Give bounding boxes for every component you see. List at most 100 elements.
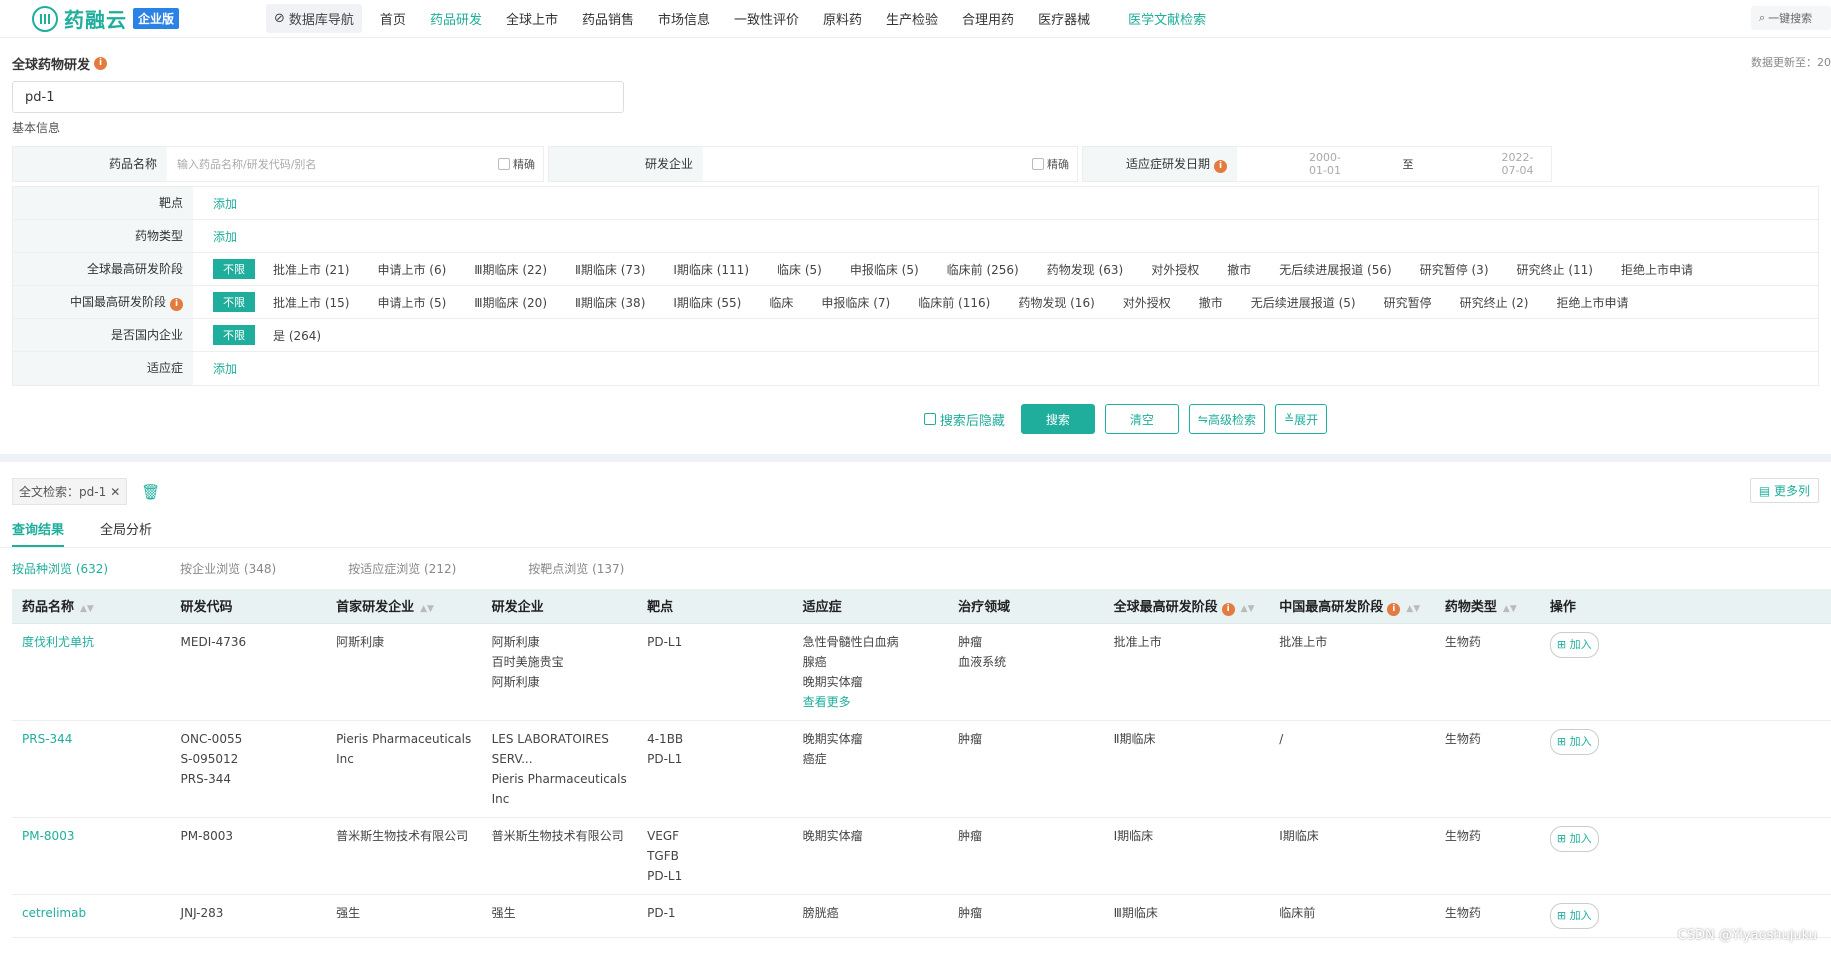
indication-add-link[interactable]: 添加 [213, 360, 237, 377]
see-more-link[interactable]: 查看更多 [803, 692, 939, 712]
info-icon[interactable]: i [94, 57, 108, 70]
china-option[interactable]: 拒绝上市申请 [1556, 294, 1628, 311]
column-header[interactable]: 药品名称 ▲▼ [12, 589, 171, 624]
nav-drug-sales[interactable]: 药品销售 [582, 9, 634, 28]
china-option[interactable]: 撤市 [1199, 294, 1223, 311]
drug-name-input[interactable]: 输入药品名称/研发代码/别名 [167, 156, 498, 172]
unlimited-tag[interactable]: 不限 [213, 259, 255, 279]
global-stage-cell: Ⅰ期临床 [1103, 817, 1270, 895]
checkbox-icon [1032, 158, 1044, 170]
nav-global-market[interactable]: 全球上市 [506, 9, 558, 28]
nav-devices[interactable]: 医疗器械 [1038, 9, 1090, 28]
browse-by-indication[interactable]: 按适应症浏览 (212) [348, 560, 456, 577]
drug-name-link[interactable]: PRS-344 [12, 720, 171, 818]
china-option[interactable]: 无后续进展报道 (5) [1251, 294, 1356, 311]
clear-button[interactable]: 清空 [1104, 404, 1179, 434]
china-option[interactable]: 申报临床 (7) [821, 294, 890, 311]
nav-production[interactable]: 生产检验 [886, 9, 938, 28]
date-to-input[interactable]: 2022-07-04 [1502, 151, 1552, 177]
global-option[interactable]: 临床 (5) [777, 261, 822, 278]
drug-name-link[interactable]: 度伐利尤单抗 [12, 623, 171, 721]
trash-icon[interactable]: 🗑 [141, 483, 160, 501]
global-option[interactable]: 申报临床 (5) [850, 261, 919, 278]
close-icon[interactable]: ✕ [110, 485, 120, 499]
china-option[interactable]: 临床前 (116) [918, 294, 990, 311]
database-nav-button[interactable]: ⊘ 数据库导航 [266, 4, 362, 33]
global-option[interactable]: 拒绝上市申请 [1621, 261, 1693, 278]
nav-literature[interactable]: 医学文献检索 [1128, 9, 1206, 28]
unlimited-tag[interactable]: 不限 [213, 292, 255, 312]
column-header[interactable]: 药物类型 ▲▼ [1434, 589, 1540, 624]
target-add-link[interactable]: 添加 [213, 195, 237, 212]
global-option[interactable]: Ⅲ期临床 (22) [474, 261, 547, 278]
info-icon[interactable]: i [1214, 160, 1227, 173]
add-button[interactable]: ⊞ 加入 [1549, 728, 1599, 755]
global-option[interactable]: 申请上市 (6) [377, 261, 446, 278]
global-option[interactable]: Ⅱ期临床 (73) [575, 261, 645, 278]
keyword-input[interactable]: pd-1 [12, 81, 624, 113]
china-option[interactable]: 临床 [769, 294, 793, 311]
nav-drug-rd[interactable]: 药品研发 [430, 9, 482, 28]
quick-search-button[interactable]: ⌕ 一键搜索 [1751, 6, 1831, 30]
drug-name-link[interactable]: cetrelimab [12, 894, 171, 938]
china-option[interactable]: 申请上市 (5) [377, 294, 446, 311]
sort-icon[interactable]: ▲▼ [1406, 604, 1420, 614]
info-icon[interactable]: i [170, 298, 183, 311]
tab-results[interactable]: 查询结果 [12, 519, 65, 547]
browse-by-company[interactable]: 按企业浏览 (348) [180, 560, 276, 577]
expand-button[interactable]: ≚ 展开 [1275, 404, 1328, 434]
sort-icon[interactable]: ▲▼ [1503, 604, 1517, 614]
column-header[interactable]: 中国最高研发阶段 i ▲▼ [1269, 589, 1435, 624]
add-button[interactable]: ⊞ 加入 [1549, 902, 1599, 929]
cell-line: Pieris Pharmaceuticals Inc [491, 771, 627, 806]
hide-after-search-checkbox[interactable]: 搜索后隐藏 [923, 410, 1005, 429]
china-option[interactable]: Ⅲ期临床 (20) [474, 294, 547, 311]
china-option[interactable]: 药物发现 (16) [1018, 294, 1094, 311]
type-add-link[interactable]: 添加 [213, 228, 237, 245]
drug-name-link[interactable]: PM-8003 [12, 817, 171, 895]
global-option[interactable]: 研究暂停 (3) [1420, 261, 1489, 278]
advanced-search-button[interactable]: ⇋ 高级检索 [1188, 404, 1265, 434]
global-option[interactable]: 批准上市 (21) [273, 261, 349, 278]
sort-icon[interactable]: ▲▼ [80, 604, 94, 614]
domestic-option-yes[interactable]: 是 (264) [273, 327, 321, 344]
global-option[interactable]: 研究终止 (11) [1517, 261, 1593, 278]
china-option[interactable]: 研究终止 (2) [1460, 294, 1529, 311]
nav-market-info[interactable]: 市场信息 [658, 9, 710, 28]
china-option[interactable]: Ⅰ期临床 (55) [673, 294, 741, 311]
more-columns-button[interactable]: ▤ 更多列 [1749, 478, 1819, 503]
unlimited-tag[interactable]: 不限 [213, 325, 255, 345]
global-option[interactable]: 无后续进展报道 (56) [1279, 261, 1391, 278]
info-icon[interactable]: i [1387, 602, 1401, 616]
nav-rational-use[interactable]: 合理用药 [962, 9, 1014, 28]
global-option[interactable]: 临床前 (256) [947, 261, 1019, 278]
drug-exact-checkbox[interactable]: 精确 [498, 156, 543, 172]
date-label: 适应症研发日期 i [1083, 147, 1237, 181]
global-option[interactable]: 撤市 [1227, 261, 1251, 278]
sort-icon[interactable]: ▲▼ [420, 604, 434, 614]
browse-by-drug[interactable]: 按品种浏览 (632) [12, 560, 108, 577]
nav-api[interactable]: 原料药 [823, 9, 862, 28]
logo[interactable]: 药融云 企业版 [32, 4, 232, 33]
info-icon[interactable]: i [1221, 602, 1235, 616]
date-from-input[interactable]: 2000-01-01 [1309, 151, 1359, 177]
china-option[interactable]: 研究暂停 [1384, 294, 1432, 311]
browse-by-target[interactable]: 按靶点浏览 (137) [528, 560, 624, 577]
search-button[interactable]: 搜索 [1020, 404, 1095, 434]
company-exact-checkbox[interactable]: 精确 [1032, 156, 1077, 172]
sort-icon[interactable]: ▲▼ [1241, 604, 1255, 614]
results-toolbar: 全文检索：pd-1 ✕ 🗑 ▤ 更多列 [0, 462, 1831, 505]
china-option[interactable]: 对外授权 [1123, 294, 1171, 311]
nav-home[interactable]: 首页 [380, 9, 406, 28]
global-option[interactable]: 药物发现 (63) [1047, 261, 1123, 278]
column-header[interactable]: 首家研发企业 ▲▼ [326, 589, 482, 624]
global-option[interactable]: 对外授权 [1151, 261, 1199, 278]
china-option[interactable]: 批准上市 (15) [273, 294, 349, 311]
add-button[interactable]: ⊞ 加入 [1549, 631, 1599, 658]
global-option[interactable]: Ⅰ期临床 (111) [673, 261, 749, 278]
nav-consistency[interactable]: 一致性评价 [734, 9, 799, 28]
add-button[interactable]: ⊞ 加入 [1549, 825, 1599, 852]
china-option[interactable]: Ⅱ期临床 (38) [575, 294, 645, 311]
column-header[interactable]: 全球最高研发阶段 i ▲▼ [1103, 589, 1270, 624]
tab-analysis[interactable]: 全局分析 [100, 519, 152, 547]
